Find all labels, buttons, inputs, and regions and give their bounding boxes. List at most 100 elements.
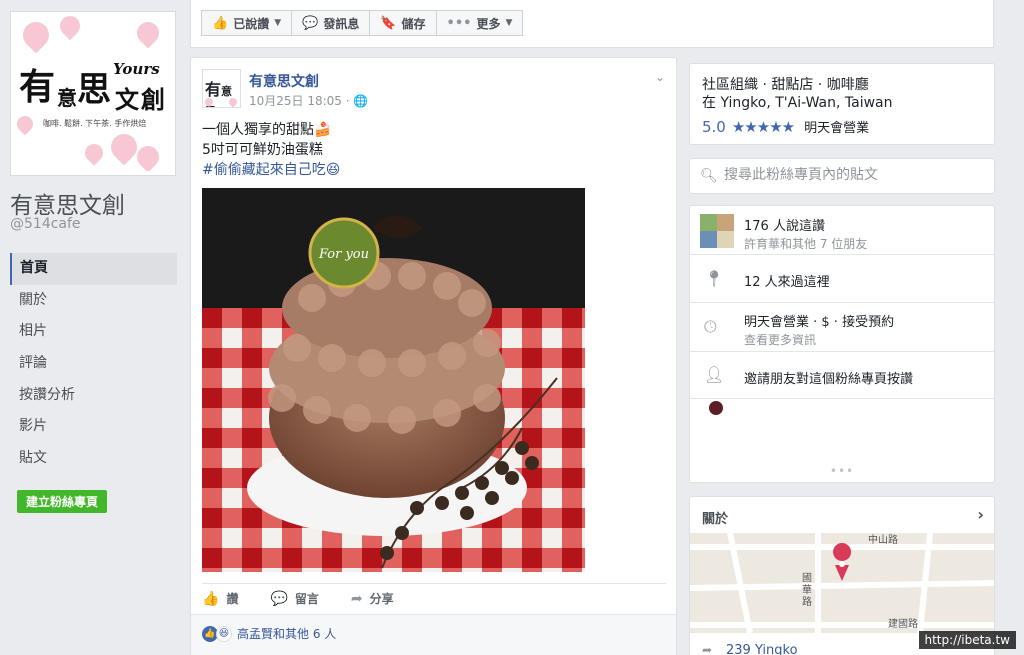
post-line-1: 一個人獨享的甜點🍰 [202, 122, 332, 138]
partial-row [690, 399, 994, 415]
invite-row[interactable]: 👤︎ 邀請朋友對這個粉絲專頁按讚 [690, 352, 994, 399]
friends-avatars [700, 214, 734, 248]
post-search-card: 🔍︎ [689, 158, 995, 194]
like-button[interactable]: 👍 讚 [202, 590, 238, 607]
hours-text: 明天會營業 · $ · 接受預約 [744, 315, 895, 330]
map-road-label: 路 [802, 595, 812, 608]
star-icon: ★★★★★ [731, 117, 795, 136]
cake-topper-label: For you [318, 247, 369, 262]
logo-char-4: 文 [115, 85, 139, 114]
logo-tagline: 咖啡. 鬆餅. 下午茶. 手作烘焙 [43, 119, 147, 128]
comment-icon: 💬 [270, 590, 288, 607]
post-line-2: 5吋可可鮮奶油蛋糕 [202, 142, 323, 158]
map-road-label: 國 [802, 572, 812, 584]
chevron-right-icon[interactable]: › [977, 505, 984, 524]
page-rating[interactable]: 5.0 ★★★★★ 明天會營業 [702, 117, 870, 137]
save-label: 儲存 [401, 16, 426, 31]
profile-logo: 有 意 思 文 創 Yours 咖啡. 鬆餅. 下午茶. 手作烘焙 [15, 16, 171, 171]
profile-picture[interactable]: 有 意 思 文 創 Yours 咖啡. 鬆餅. 下午茶. 手作烘焙 [10, 11, 176, 176]
message-button[interactable]: 💬 發訊息 [291, 10, 371, 36]
bookmark-icon: 🔖 [380, 15, 397, 31]
page-nav: 首頁 關於 相片 評論 按讚分析 影片 貼文 [10, 253, 177, 475]
add-friend-icon: 👤︎ [704, 365, 725, 384]
invite-text: 邀請朋友對這個粉絲專頁按讚 [744, 372, 914, 387]
share-label: 分享 [369, 592, 394, 606]
haha-reaction-icon: 😆 [216, 625, 232, 642]
post-actions: 👍 讚 💬 留言 ➦ 分享 [202, 590, 426, 607]
hours-row[interactable]: 🕓︎ 明天會營業 · $ · 接受預約 查看更多資訊 [690, 303, 994, 352]
message-label: 發訊息 [323, 16, 360, 31]
page-location[interactable]: 在 Yingko, T'Ai-Wan, Taiwan [702, 92, 892, 112]
post-photo[interactable]: For you [202, 188, 585, 572]
post-date: 10月25日 18:05 [249, 94, 342, 108]
map-road-label: 華 [802, 584, 812, 596]
logo-char-3: 思 [77, 70, 111, 110]
logo-char-1: 有 [19, 66, 56, 108]
chevron-down-icon: ▼ [274, 18, 282, 28]
comment-label: 留言 [294, 592, 319, 606]
about-title[interactable]: 關於 [702, 508, 728, 527]
chevron-down-icon[interactable]: ⌄ [655, 70, 665, 84]
post-avatar[interactable]: 有意思 [202, 69, 241, 108]
post-search-input[interactable] [724, 167, 984, 183]
logo-char-2: 意 [57, 86, 77, 110]
post-timestamp[interactable]: 10月25日 18:05 · 🌐 [249, 92, 368, 109]
visits-row: 📍︎ 12 人來過這裡 [690, 255, 994, 303]
left-column: 有 意 思 文 創 Yours 咖啡. 鬆餅. 下午茶. 手作烘焙 有意思文創 … [0, 0, 190, 655]
more-dots-icon[interactable]: ••• [690, 464, 994, 478]
likes-friends[interactable]: 許育華和其他 7 位朋友 [744, 235, 867, 252]
page-address[interactable]: 239 Yingko [726, 643, 798, 655]
post-text: 一個人獨享的甜點🍰 5吋可可鮮奶油蛋糕 #偷偷藏起來自己吃😆 [202, 120, 340, 180]
nav-item-videos[interactable]: 影片 [10, 411, 177, 443]
post-reactions: 👍 😆 高孟賢和其他 6 人 [191, 614, 676, 655]
more-label: 更多 [476, 16, 501, 31]
globe-icon: · 🌐 [345, 94, 369, 108]
like-label: 讚 [226, 592, 239, 606]
open-status: 明天會營業 [804, 121, 870, 136]
clock-icon: 🕓︎ [704, 317, 717, 336]
comment-button[interactable]: 💬 留言 [270, 590, 318, 607]
page-handle: @514cafe [10, 216, 81, 232]
chevron-down-icon: ▼ [505, 18, 513, 28]
nav-item-posts[interactable]: 貼文 [10, 443, 177, 475]
post-divider [202, 583, 666, 584]
post-author[interactable]: 有意思文創 [249, 71, 319, 91]
post-hashtag[interactable]: #偷偷藏起來自己吃😆 [202, 160, 340, 180]
map-graphic: 中山路 國 華 路 建國路 [690, 533, 994, 633]
visits-count: 12 人來過這裡 [744, 275, 830, 290]
logo-char-5: 創 [141, 85, 165, 114]
hours-more-link[interactable]: 查看更多資訊 [744, 331, 816, 348]
likes-row[interactable]: 176 人說這讚 許育華和其他 7 位朋友 [690, 206, 994, 255]
thumbs-up-icon: 👍 [202, 590, 220, 607]
share-icon: ➦ [350, 590, 363, 607]
likes-count: 176 人說這讚 [744, 219, 825, 234]
location-map[interactable]: 中山路 國 華 路 建國路 [690, 533, 994, 633]
post-card: 有意思 有意思文創 10月25日 18:05 · 🌐 ⌄ 一個人獨享的甜點🍰 5… [190, 57, 677, 655]
save-button[interactable]: 🔖 儲存 [369, 10, 437, 36]
search-icon: 🔍︎ [700, 168, 718, 184]
thumbs-up-icon: 👍 [212, 15, 229, 31]
action-bar: 👍 已說讚 ▼ 💬 發訊息 🔖 儲存 ••• 更多 ▼ [190, 0, 994, 48]
nav-item-likes[interactable]: 按讚分析 [10, 380, 177, 412]
map-road-label: 建國路 [888, 617, 918, 630]
page-stats-card: 176 人說這讚 許育華和其他 7 位朋友 📍︎ 12 人來過這裡 🕓︎ 明天會… [689, 205, 995, 483]
create-page-button[interactable]: 建立粉絲專頁 [17, 490, 108, 513]
nav-item-reviews[interactable]: 評論 [10, 348, 177, 380]
page-title: 有意思文創 [10, 193, 125, 219]
liked-button[interactable]: 👍 已說讚 ▼ [201, 10, 293, 36]
watermark: http://ibeta.tw [918, 631, 1016, 649]
messenger-icon: 💬 [302, 15, 319, 31]
directions-icon: ➦ [702, 643, 713, 655]
nav-item-about[interactable]: 關於 [10, 285, 177, 317]
map-road-label: 中山路 [868, 533, 898, 546]
reactions-summary[interactable]: 👍 😆 高孟賢和其他 6 人 [202, 625, 336, 642]
page-info-card: 社區組織 · 甜點店 · 咖啡廳 在 Yingko, T'Ai-Wan, Tai… [689, 63, 995, 145]
share-button[interactable]: ➦ 分享 [351, 590, 394, 607]
location-pin-icon: 📍︎ [704, 269, 725, 288]
liked-label: 已說讚 [233, 16, 270, 31]
nav-item-photos[interactable]: 相片 [10, 316, 177, 348]
cake-photo: For you [202, 188, 585, 572]
nav-item-home[interactable]: 首頁 [10, 253, 177, 285]
more-dots-icon: ••• [446, 15, 472, 31]
more-button[interactable]: ••• 更多 ▼ [435, 10, 524, 36]
